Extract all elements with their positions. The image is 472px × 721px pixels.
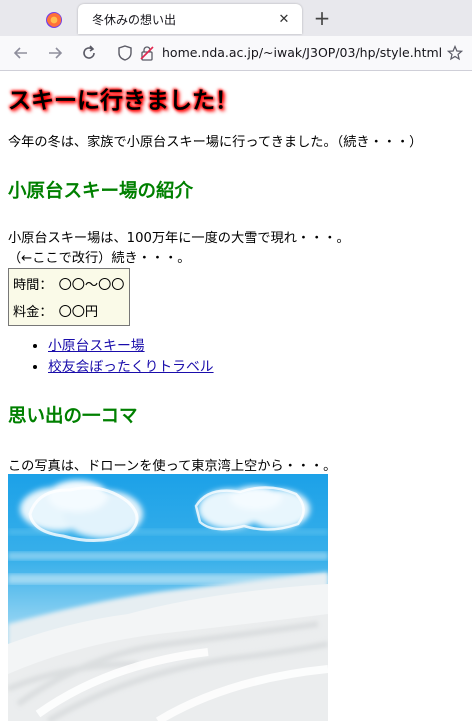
new-tab-button[interactable]: +	[312, 8, 332, 28]
resort-description-line2: （←ここで改行）続き・・・。	[8, 251, 191, 266]
tracking-protection-button[interactable]	[116, 44, 134, 62]
price-value: 〇〇円	[58, 304, 99, 320]
reload-button[interactable]	[80, 44, 98, 62]
firefox-icon	[46, 12, 62, 28]
section-title-memory: 思い出の一コマ	[8, 406, 138, 427]
price-label: 料金：	[11, 298, 55, 323]
info-table: 時間： 〇〇～〇〇 料金： 〇〇円	[8, 268, 130, 326]
travel-agency-link[interactable]: 校友会ぼったくりトラベル	[48, 359, 214, 375]
section-title-resort: 小原台スキー場の紹介	[8, 181, 194, 202]
time-label: 時間：	[11, 271, 55, 296]
time-value: 〇〇～〇〇	[58, 277, 125, 293]
link-list: 小原台スキー場 校友会ぼったくりトラベル	[30, 336, 214, 378]
table-row: 時間： 〇〇～〇〇	[11, 271, 127, 296]
firefox-tab[interactable]	[40, 8, 68, 32]
site-security-button[interactable]	[138, 44, 156, 62]
close-tab-icon[interactable]: ✕	[276, 11, 292, 27]
intro-paragraph: 今年の冬は、家族で小原台スキー場に行ってきました。（続き・・・）	[8, 135, 423, 150]
address-bar[interactable]: home.nda.ac.jp/~iwak/J3OP/03/hp/style.ht…	[162, 45, 442, 60]
page-content: スキーに行きました！ 今年の冬は、家族で小原台スキー場に行ってきました。（続き・…	[0, 71, 472, 721]
insecure-lock-icon	[140, 46, 154, 61]
back-button[interactable]	[12, 44, 30, 62]
ski-resort-link[interactable]: 小原台スキー場	[48, 338, 145, 354]
table-row: 料金： 〇〇円	[11, 298, 127, 323]
resort-description: 小原台スキー場は、100万年に一度の大雪で現れ・・・。 （←ここで改行）続き・・…	[8, 229, 350, 269]
arrow-right-icon	[49, 47, 63, 59]
ski-slope-painting	[8, 474, 328, 721]
list-item: 校友会ぼったくりトラベル	[48, 357, 214, 378]
photo-caption: この写真は、ドローンを使って東京湾上空から・・・。	[8, 459, 337, 474]
tab-title: 冬休みの想い出	[92, 13, 177, 27]
navigation-bar: home.nda.ac.jp/~iwak/J3OP/03/hp/style.ht…	[0, 36, 472, 71]
tab-strip: 冬休みの想い出 ✕ +	[0, 0, 472, 36]
reload-icon	[83, 45, 95, 59]
bookmark-button[interactable]	[446, 44, 464, 62]
forward-button[interactable]	[46, 44, 64, 62]
list-item: 小原台スキー場	[48, 336, 214, 357]
drone-photo	[8, 474, 328, 721]
shield-icon	[118, 45, 132, 61]
page-heading: スキーに行きました！	[8, 88, 238, 114]
star-icon	[447, 45, 463, 61]
arrow-left-icon	[13, 47, 27, 59]
resort-description-line1: 小原台スキー場は、100万年に一度の大雪で現れ・・・。	[8, 231, 350, 246]
active-tab[interactable]: 冬休みの想い出 ✕	[78, 4, 302, 34]
